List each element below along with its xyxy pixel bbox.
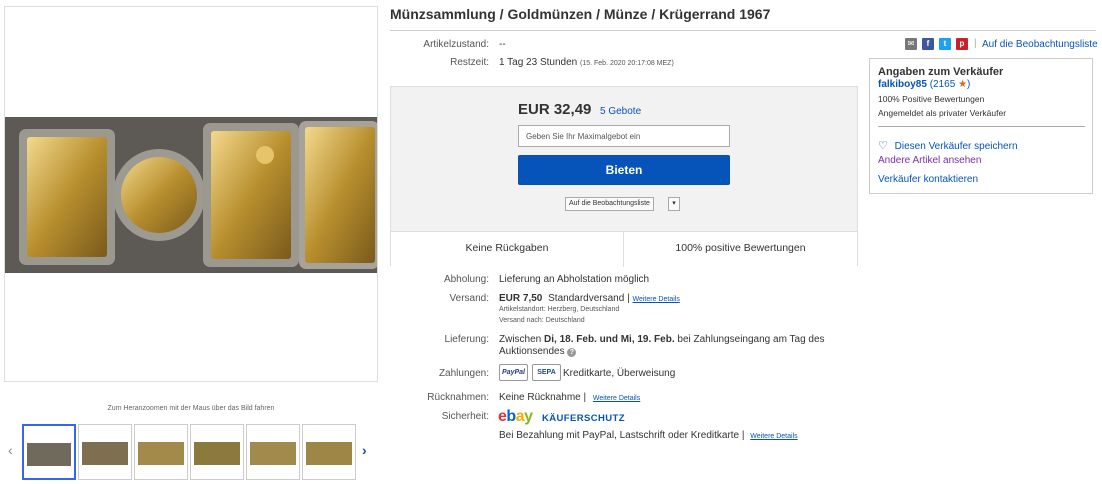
delivery-dates: Di, 18. Feb. und Mi, 19. Feb. xyxy=(544,334,675,345)
seller-name-row: falkiboy85 (2165 ★) xyxy=(878,79,970,90)
thumbnail-4[interactable] xyxy=(190,424,244,480)
other-items-link[interactable]: Andere Artikel ansehen xyxy=(878,155,981,166)
help-icon[interactable]: ? xyxy=(567,348,577,357)
paypal-badge: PayPal xyxy=(499,364,528,381)
protection-details-link[interactable]: Weitere Details xyxy=(750,433,797,440)
ebay-logo: ebay xyxy=(498,408,533,425)
shipping-type: Standardversand xyxy=(548,293,625,304)
seller-name-link[interactable]: falkiboy85 xyxy=(878,79,927,90)
shipping-price: EUR 7,50 xyxy=(499,293,543,304)
returns-row: Keine Rücknahme | Weitere Details xyxy=(499,392,640,403)
shipping-details-link[interactable]: Weitere Details xyxy=(632,296,679,303)
returns-details-link[interactable]: Weitere Details xyxy=(593,395,640,402)
buyer-protection-label: KÄUFERSCHUTZ xyxy=(542,413,625,424)
watchlist-select[interactable]: Auf die Beobachtungsliste xyxy=(565,197,654,211)
seller-positive: 100% Positive Bewertungen xyxy=(878,94,985,104)
twitter-icon[interactable]: t xyxy=(939,38,951,50)
watchlist-link[interactable]: Auf die Beobachtungsliste xyxy=(982,39,1098,50)
star-icon: ★ xyxy=(958,79,968,90)
separator: | xyxy=(741,430,745,441)
remaining-date: (15. Feb. 2020 20:17:08 MEZ) xyxy=(580,60,674,67)
main-image-panel[interactable] xyxy=(4,6,378,382)
security-label: Sicherheit: xyxy=(441,411,489,422)
seller-type: Angemeldet als privater Verkäufer xyxy=(878,108,1007,118)
thumbnail-3[interactable] xyxy=(134,424,188,480)
title-divider xyxy=(390,30,1096,31)
facebook-icon[interactable]: f xyxy=(922,38,934,50)
shipping-label: Versand: xyxy=(449,293,489,304)
delivery-pre: Zwischen xyxy=(499,334,542,345)
thumbnail-6[interactable] xyxy=(302,424,356,480)
gold-coins-photo xyxy=(5,117,377,273)
protection-row: Bei Bezahlung mit PayPal, Lastschrift od… xyxy=(499,430,798,441)
seller-divider xyxy=(878,126,1085,127)
bid-footer: Keine Rückgaben 100% positive Bewertunge… xyxy=(391,231,857,267)
heart-icon: ♡ xyxy=(878,140,888,152)
contact-seller-link[interactable]: Verkäufer kontaktieren xyxy=(878,174,978,185)
delivery-line2: Auktionsendes ? xyxy=(499,346,577,357)
no-returns-badge: Keine Rückgaben xyxy=(391,232,624,267)
share-separator: | xyxy=(974,38,977,49)
item-title: Münzsammlung / Goldmünzen / Münze / Krüg… xyxy=(390,6,771,22)
delivery-post: bei Zahlungseingang am Tag des xyxy=(677,334,825,345)
thumbnail-strip: ‹ › xyxy=(4,424,378,480)
payment-methods: Kreditkarte, Überweisung xyxy=(563,368,676,379)
pinterest-icon[interactable]: p xyxy=(956,38,968,50)
save-seller-label: Diesen Verkäufer speichern xyxy=(894,141,1018,152)
seller-score[interactable]: (2165 xyxy=(930,79,956,90)
condition-label: Artikelzustand: xyxy=(423,39,489,50)
chevron-right-icon[interactable]: › xyxy=(362,442,367,458)
chevron-left-icon[interactable]: ‹ xyxy=(8,442,13,458)
item-location: Artikelstandort: Herzberg, Deutschland xyxy=(499,306,620,313)
remaining-time: 1 Tag 23 Stunden (15. Feb. 2020 20:17:08… xyxy=(499,57,674,68)
protection-text: Bei Bezahlung mit PayPal, Lastschrift od… xyxy=(499,430,740,441)
payment-label: Zahlungen: xyxy=(438,368,489,379)
separator: | xyxy=(583,392,587,403)
remaining-value: 1 Tag 23 Stunden xyxy=(499,57,578,68)
thumbnail-5[interactable] xyxy=(246,424,300,480)
seller-title: Angaben zum Verkäufer xyxy=(878,66,1004,78)
thumbnail-2[interactable] xyxy=(78,424,132,480)
bid-button[interactable]: Bieten xyxy=(518,155,730,185)
seller-score-close: ) xyxy=(967,79,971,90)
remaining-label: Restzeit: xyxy=(450,57,489,68)
ships-to: Versand nach: Deutschland xyxy=(499,317,585,324)
returns-label: Rücknahmen: xyxy=(427,392,489,403)
save-seller-link[interactable]: ♡ Diesen Verkäufer speichern xyxy=(878,139,1018,152)
pickup-value: Lieferung an Abholstation möglich xyxy=(499,274,650,285)
bids-count-link[interactable]: 5 Gebote xyxy=(600,106,641,117)
thumbnail-1[interactable] xyxy=(22,424,76,480)
positive-feedback-badge: 100% positive Bewertungen xyxy=(675,242,806,254)
max-bid-input[interactable] xyxy=(518,125,730,147)
returns-value: Keine Rücknahme xyxy=(499,392,581,403)
current-price: EUR 32,49 xyxy=(518,101,592,118)
condition-value: -- xyxy=(499,39,506,50)
delivery-line2-text: Auktionsendes xyxy=(499,346,565,357)
chevron-down-icon[interactable]: ▾ xyxy=(668,197,680,211)
delivery-value: Zwischen Di, 18. Feb. und Mi, 19. Feb. b… xyxy=(499,334,829,345)
zoom-hint: Zum Heranzoomen mit der Maus über das Bi… xyxy=(107,405,275,412)
mail-icon[interactable]: ✉ xyxy=(905,38,917,50)
sepa-badge: SEPA xyxy=(532,364,561,381)
product-photo[interactable] xyxy=(5,117,377,273)
shipping-row: EUR 7,50 Standardversand | Weitere Detai… xyxy=(499,293,680,304)
pickup-label: Abholung: xyxy=(443,274,489,285)
delivery-label: Lieferung: xyxy=(444,334,489,345)
separator: | xyxy=(627,293,630,304)
